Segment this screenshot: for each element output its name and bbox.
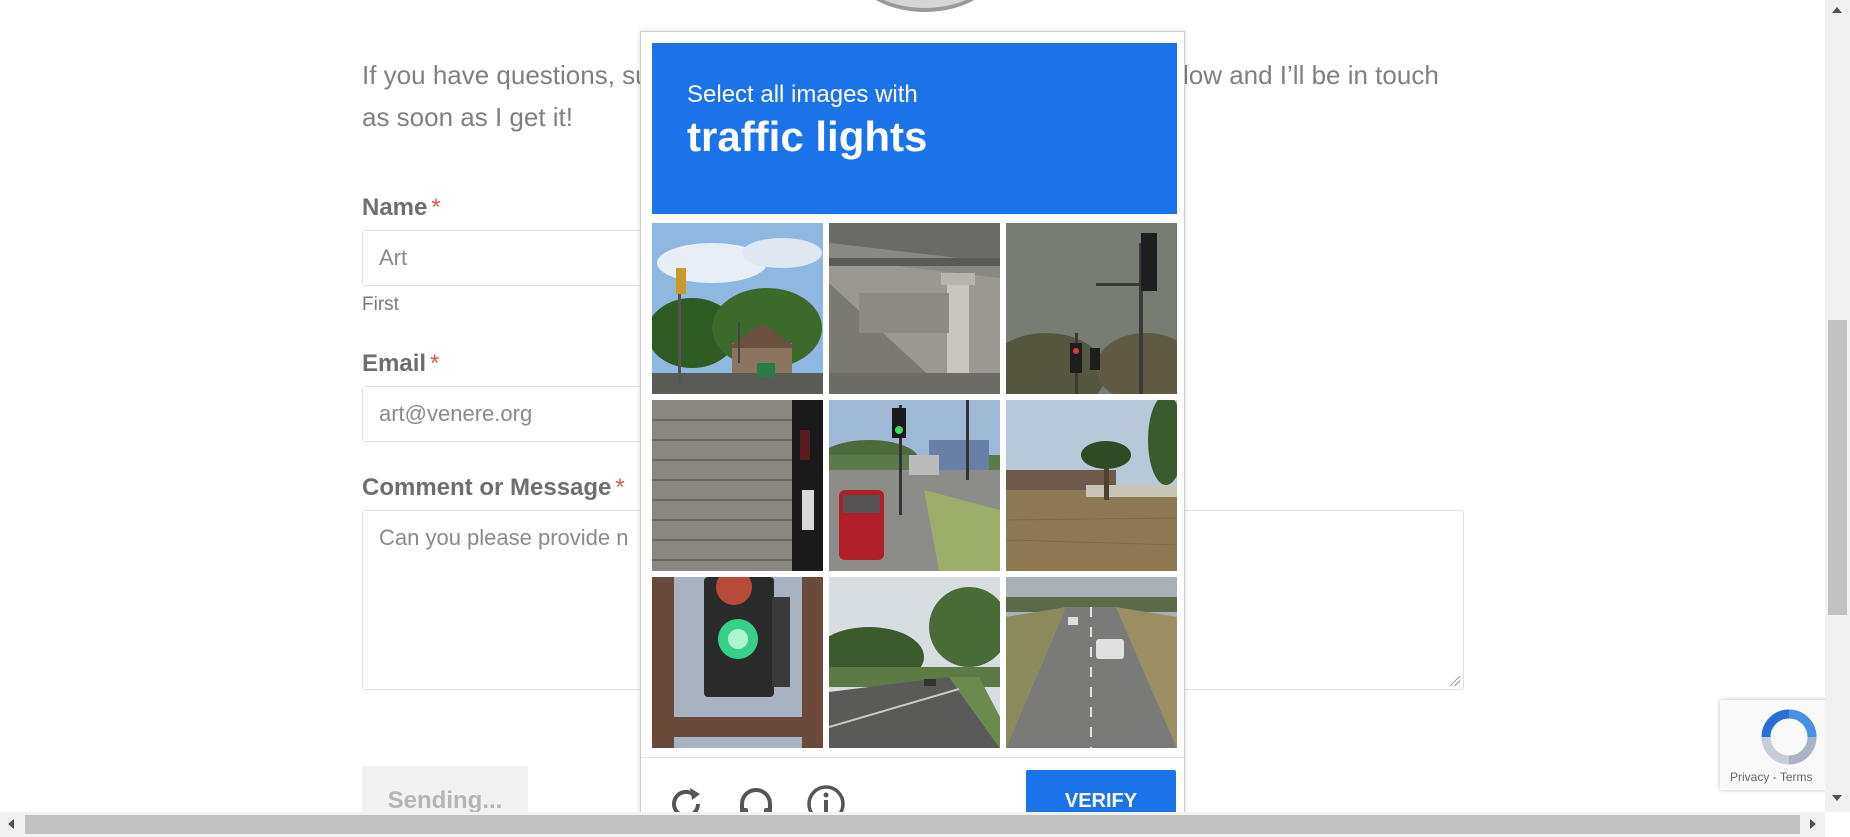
privacy-link[interactable]: Privacy — [1730, 770, 1769, 784]
captcha-tile-3[interactable] — [1006, 223, 1177, 394]
required-mark: * — [615, 474, 625, 501]
horizontal-scrollbar[interactable] — [0, 812, 1825, 837]
captcha-tile-8[interactable] — [829, 577, 1000, 748]
resize-handle[interactable] — [1450, 676, 1460, 686]
required-mark: * — [431, 194, 441, 221]
scroll-down-arrow-icon[interactable] — [1832, 795, 1842, 801]
name-first-sublabel: First — [362, 294, 399, 315]
recaptcha-logo-icon — [1761, 709, 1817, 765]
terms-link[interactable]: Terms — [1780, 770, 1813, 784]
scroll-left-arrow-icon[interactable] — [8, 819, 14, 829]
message-label: Comment or Message * — [362, 474, 625, 501]
vertical-scroll-thumb[interactable] — [1828, 320, 1847, 615]
captcha-prompt-prefix: Select all images with — [687, 81, 918, 108]
captcha-tile-9[interactable] — [1006, 577, 1177, 748]
email-label: Email * — [362, 350, 440, 377]
captcha-tile-5[interactable] — [829, 400, 1000, 571]
captcha-tile-4[interactable] — [652, 400, 823, 571]
horizontal-scroll-thumb[interactable] — [25, 815, 1800, 834]
vertical-scrollbar[interactable] — [1825, 0, 1850, 812]
captcha-image-grid — [652, 223, 1177, 748]
required-mark: * — [430, 350, 440, 377]
link-separator: - — [1772, 770, 1777, 784]
captcha-tile-7[interactable] — [652, 577, 823, 748]
captcha-challenge: Select all images with traffic lights VE… — [640, 31, 1185, 821]
captcha-prompt-keyword: traffic lights — [687, 113, 928, 160]
scroll-right-arrow-icon[interactable] — [1810, 819, 1816, 829]
author-avatar — [850, 0, 1000, 8]
captcha-tile-2[interactable] — [829, 223, 1000, 394]
captcha-tile-1[interactable] — [652, 223, 823, 394]
scroll-up-arrow-icon[interactable] — [1832, 7, 1842, 13]
captcha-tile-6[interactable] — [1006, 400, 1177, 571]
name-label: Name * — [362, 194, 441, 221]
message-text: Can you please provide n — [379, 525, 629, 550]
captcha-header: Select all images with traffic lights — [652, 43, 1177, 214]
recaptcha-links: Privacy - Terms — [1730, 770, 1812, 784]
